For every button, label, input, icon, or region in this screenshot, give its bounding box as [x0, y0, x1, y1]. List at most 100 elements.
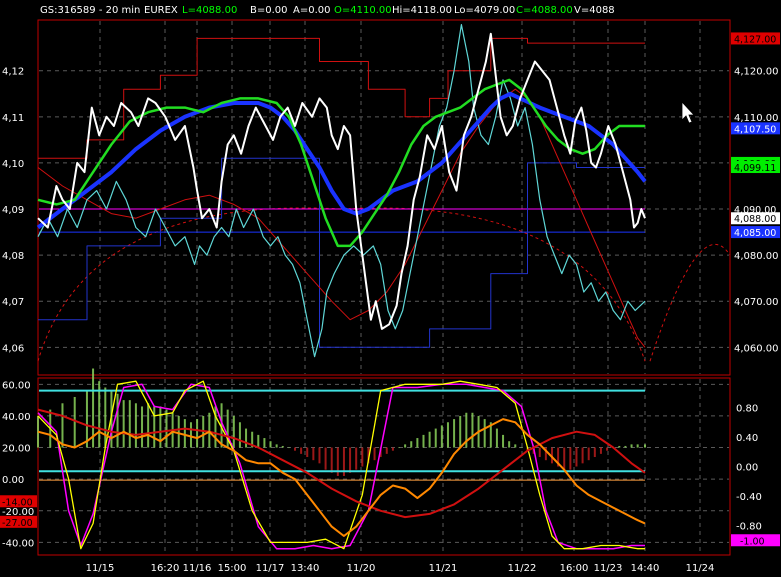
histogram-bar	[514, 444, 517, 448]
histogram-bar	[183, 419, 186, 448]
oscillator-right-tick-label: -0.40	[736, 492, 762, 503]
histogram-bar	[422, 434, 425, 448]
histogram-bar	[606, 447, 609, 451]
price-tag-label: 4,127.00	[734, 34, 776, 45]
histogram-bar	[575, 447, 578, 467]
time-axis-tick-label: 14:40	[631, 563, 660, 574]
price-right-tick-label: 4,120.00	[734, 67, 779, 78]
histogram-bar	[440, 425, 443, 448]
histogram-bar	[147, 403, 150, 448]
histogram-bar	[361, 447, 364, 467]
header-bid: B=0.00	[250, 5, 288, 16]
price-left-tick-label: 4,06	[2, 343, 24, 354]
histogram-bar	[287, 447, 290, 449]
price-tag-label: 4,088.00	[734, 214, 776, 225]
histogram-bar	[385, 447, 388, 454]
histogram-bar	[312, 447, 315, 461]
histogram-bar	[208, 412, 211, 448]
histogram-bar	[165, 409, 168, 448]
time-axis-tick-label: 16:20	[151, 563, 180, 574]
oscillator-right-tick-label: -0.80	[736, 522, 762, 533]
histogram-bar	[232, 415, 235, 448]
time-axis-tick-label: 11/24	[686, 563, 715, 574]
histogram-bar	[410, 441, 413, 448]
chart-canvas: GS:316589 - 20 min EUREX L=4088.00 B=0.0…	[0, 0, 781, 577]
histogram-bar	[245, 428, 248, 448]
oscillator-left-tick-label: 40.00	[2, 412, 31, 423]
time-axis-tick-label: 11/16	[183, 563, 212, 574]
histogram-bar	[563, 447, 566, 470]
histogram-bar	[128, 400, 131, 448]
header-symbol: GS:316589 - 20 min	[40, 5, 140, 16]
price-right-tick-label: 4,110.00	[734, 113, 779, 124]
price-left-tick-label: 4,11	[2, 113, 24, 124]
header-last: L=4088.00	[182, 5, 237, 16]
histogram-bar	[587, 447, 590, 461]
histogram-bar	[269, 441, 272, 448]
oscillator-left-tick-label: 20.00	[2, 444, 31, 455]
histogram-bar	[116, 393, 119, 448]
price-left-tick-label: 4,09	[2, 205, 24, 216]
histogram-bar	[453, 419, 456, 448]
price-left-tick-label: 4,10	[2, 159, 24, 170]
histogram-bar	[293, 447, 296, 451]
histogram-bar	[644, 444, 646, 448]
oscillator-right-tick-label: 0.00	[736, 463, 758, 474]
histogram-bar	[85, 390, 88, 448]
histogram-bar	[238, 422, 241, 448]
price-tag-label: 4,099.11	[734, 163, 776, 174]
histogram-bar	[538, 447, 541, 458]
header-low: Lo=4079.00	[454, 5, 515, 16]
histogram-bar	[483, 419, 486, 448]
oscillator-left-tick-label: 0.00	[2, 475, 24, 486]
histogram-bar	[257, 434, 260, 448]
time-axis-tick-label: 11/15	[86, 563, 115, 574]
price-right-tick-label: 4,080.00	[734, 251, 779, 262]
histogram-bar	[404, 444, 407, 448]
histogram-bar	[318, 447, 321, 464]
histogram-bar	[189, 422, 192, 448]
histogram-bar	[104, 387, 107, 448]
histogram-bar	[263, 438, 266, 448]
histogram-bar	[196, 419, 199, 448]
time-axis-tick-label: 13:40	[291, 563, 320, 574]
histogram-bar	[391, 447, 394, 451]
time-axis-tick-label: 11/22	[508, 563, 537, 574]
histogram-bar	[446, 422, 449, 448]
histogram-bar	[581, 447, 584, 464]
time-axis-tick-label: 11/21	[429, 563, 458, 574]
histogram-bar	[599, 447, 602, 454]
histogram-bar	[471, 412, 474, 448]
header-exchange: EUREX	[144, 5, 178, 16]
oscillator-right-tick-label: 0.40	[736, 433, 758, 444]
histogram-bar	[141, 406, 144, 448]
header-high: Hi=4118.00	[392, 5, 452, 16]
header-ask: A=0.00	[293, 5, 331, 16]
histogram-bar	[618, 445, 621, 448]
time-axis-tick-label: 15:00	[218, 563, 247, 574]
header-open: O=4110.00	[334, 5, 392, 16]
price-left-tick-label: 4,08	[2, 251, 24, 262]
price-tag-label: 4,085.00	[734, 228, 776, 239]
oscillator-left-tick-label: -40.00	[2, 538, 34, 549]
histogram-bar	[306, 447, 309, 458]
time-axis-tick-label: 11/20	[347, 563, 376, 574]
histogram-bar	[61, 403, 64, 448]
oscillator-right-tick-label: 0.80	[736, 404, 758, 415]
time-axis-tick-label: 11/23	[594, 563, 623, 574]
histogram-bar	[122, 400, 125, 448]
histogram-bar	[177, 415, 180, 448]
histogram-bar	[281, 445, 284, 448]
oscillator-left-tag-label: -27.00	[2, 518, 33, 529]
histogram-bar	[324, 447, 327, 470]
histogram-bar	[373, 447, 376, 461]
histogram-bar	[569, 447, 572, 470]
histogram-bar	[495, 428, 498, 448]
histogram-bar	[134, 403, 137, 448]
price-left-tick-label: 4,07	[2, 297, 24, 308]
histogram-bar	[73, 396, 76, 448]
histogram-bar	[330, 447, 333, 473]
histogram-bar	[459, 415, 462, 448]
histogram-bar	[355, 447, 358, 470]
time-axis-tick-label: 16:00	[560, 563, 589, 574]
